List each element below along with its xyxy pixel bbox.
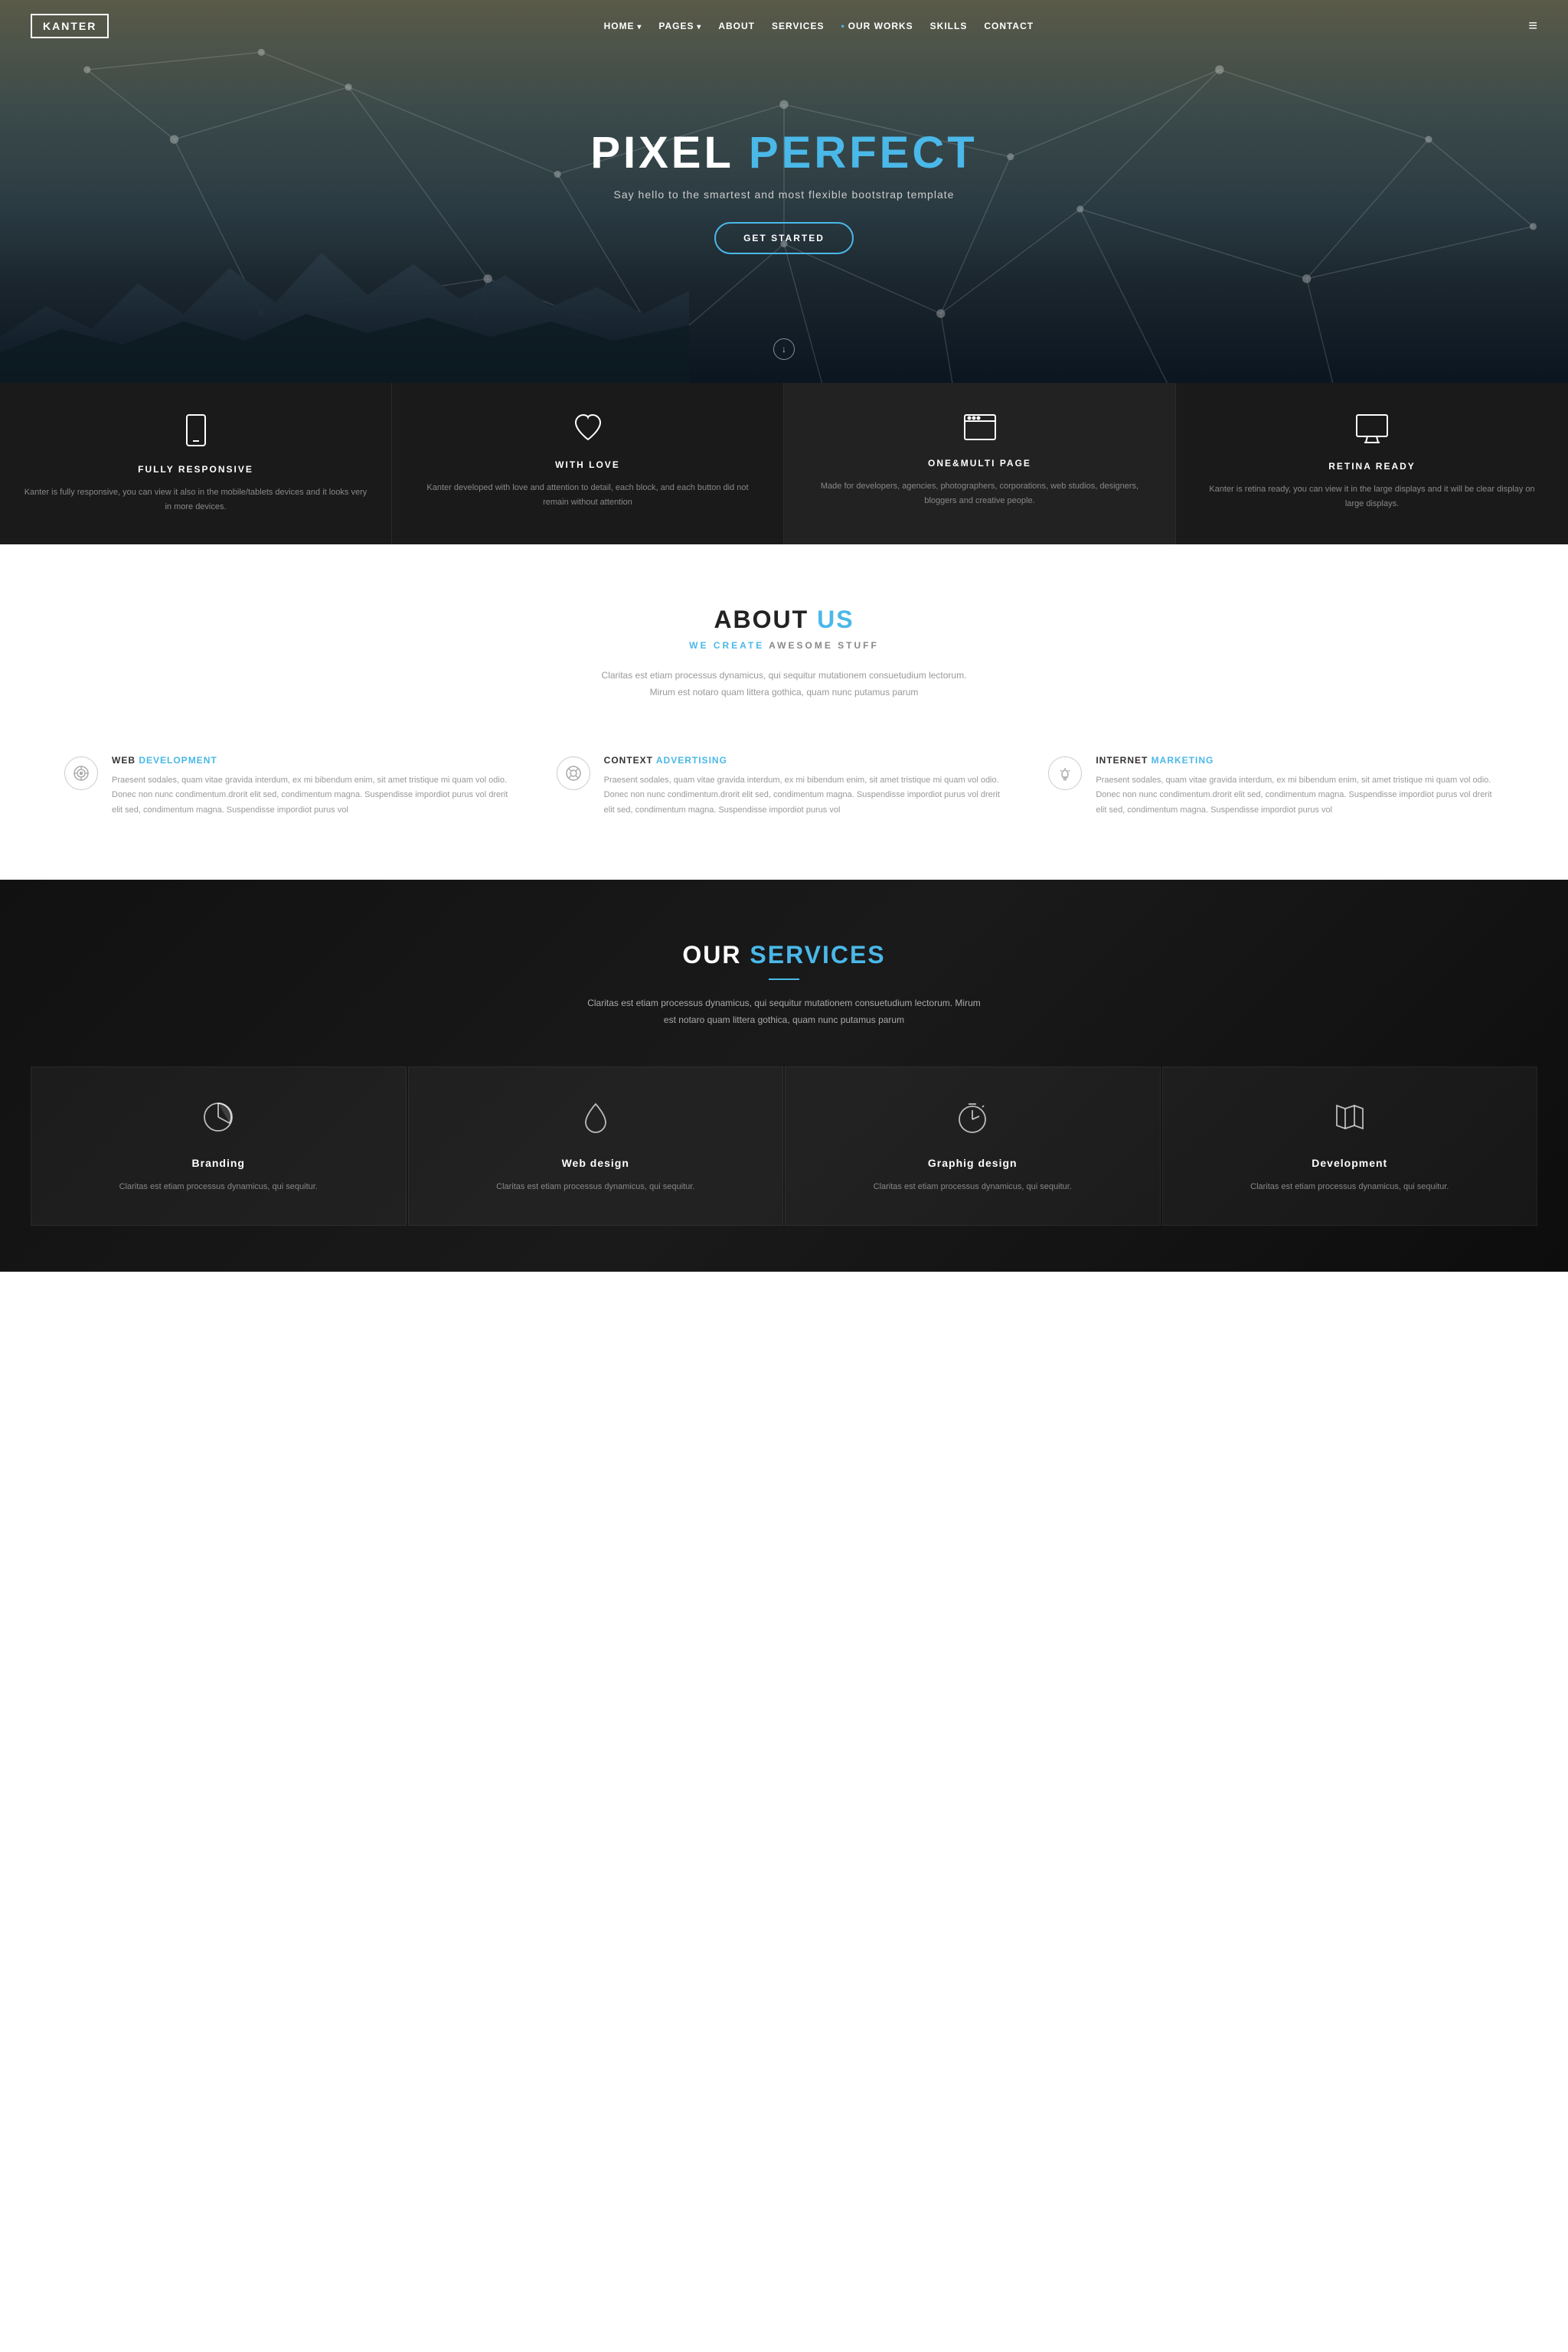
about-feature-context-desc: Praesent sodales, quam vitae gravida int… [604,773,1012,818]
pie-chart-icon [47,1098,390,1142]
services-title: OUR SERVICES [31,941,1537,969]
services-section: OUR SERVICES Claritas est etiam processu… [0,880,1568,1272]
about-subtitle-rest: AWESOME STUFF [764,640,879,651]
mountains-background [0,230,689,383]
heart-icon [415,413,760,447]
service-branding-desc: Claritas est etiam processus dynamicus, … [47,1180,390,1194]
service-branding: Branding Claritas est etiam processus dy… [31,1067,407,1226]
services-title-blue: SERVICES [750,941,885,969]
nav-contact[interactable]: CONTACT [984,21,1034,31]
feature-title-multipage: ONE&MULTI PAGE [807,458,1152,469]
feature-desc-love: Kanter developed with love and attention… [415,481,760,509]
service-graphicdesign: Graphig design Claritas est etiam proces… [785,1067,1161,1226]
about-feature-context-text: CONTEXT ADVERTISING Praesent sodales, qu… [604,755,1012,818]
timer-icon [801,1098,1145,1142]
feature-responsive: FULLY RESPONSIVE Kanter is fully respons… [0,383,392,544]
service-branding-title: Branding [47,1157,390,1169]
about-feature-internet-title: INTERNET MARKETING [1096,755,1504,766]
feature-title-love: WITH LOVE [415,459,760,470]
about-feature-web-desc: Praesent sodales, quam vitae gravida int… [112,773,520,818]
feature-desc-retina: Kanter is retina ready, you can view it … [1199,482,1545,511]
about-feature-web-text: WEB DEVELOPMENT Praesent sodales, quam v… [112,755,520,818]
section-divider [769,978,799,980]
nav-services[interactable]: SERVICES [772,21,824,31]
hero-subtitle: Say hello to the smartest and most flexi… [590,188,977,201]
about-features-grid: WEB DEVELOPMENT Praesent sodales, quam v… [31,740,1537,834]
about-feature-internet-desc: Praesent sodales, quam vitae gravida int… [1096,773,1504,818]
services-desc: Claritas est etiam processus dynamicus, … [585,995,983,1028]
services-grid: Branding Claritas est etiam processus dy… [31,1067,1537,1226]
hero-title: PIXEL PERFECT [590,129,977,178]
about-feature-web-title: WEB DEVELOPMENT [112,755,520,766]
monitor-icon [1199,413,1545,449]
hero-section: PIXEL PERFECT Say hello to the smartest … [0,0,1568,383]
about-feature-context-title: CONTEXT ADVERTISING [604,755,1012,766]
service-graphicdesign-desc: Claritas est etiam processus dynamicus, … [801,1180,1145,1194]
nav-our-works[interactable]: OUR WORKS [841,21,913,31]
service-webdesign-desc: Claritas est etiam processus dynamicus, … [424,1180,768,1194]
chevron-down-icon: ↓ [782,344,786,354]
hero-title-blue: PERFECT [749,128,978,178]
about-title-white: ABOUT [714,606,817,633]
about-subtitle-blue: WE CREATE [689,640,764,651]
lifesaver-icon [557,756,590,790]
hero-title-white: PIXEL [590,128,749,178]
logo[interactable]: KANTER [31,14,109,38]
feature-love: WITH LOVE Kanter developed with love and… [392,383,784,544]
features-section: FULLY RESPONSIVE Kanter is fully respons… [0,383,1568,544]
about-desc: Claritas est etiam processus dynamicus, … [600,668,968,701]
hero-content: PIXEL PERFECT Say hello to the smartest … [590,129,977,254]
get-started-button[interactable]: GET STARTED [714,222,854,254]
about-feature-web: WEB DEVELOPMENT Praesent sodales, quam v… [46,740,538,834]
nav-about[interactable]: ABOUT [718,21,755,31]
nav-pages[interactable]: PAGES [658,21,701,31]
navigation: KANTER HOME PAGES ABOUT SERVICES OUR WOR… [0,0,1568,52]
feature-desc-responsive: Kanter is fully responsive, you can view… [23,485,368,514]
lightbulb-icon [1048,756,1082,790]
service-development-title: Development [1178,1157,1522,1169]
service-development: Development Claritas est etiam processus… [1162,1067,1538,1226]
hamburger-icon[interactable]: ≡ [1528,18,1537,35]
service-development-desc: Claritas est etiam processus dynamicus, … [1178,1180,1522,1194]
mobile-icon [23,413,368,452]
about-section: ABOUT US WE CREATE AWESOME STUFF Clarita… [0,544,1568,880]
about-feature-context: CONTEXT ADVERTISING Praesent sodales, qu… [538,740,1031,834]
map-icon [1178,1098,1522,1142]
nav-home[interactable]: HOME [604,21,642,31]
nav-skills[interactable]: SKILLS [930,21,968,31]
scroll-down-button[interactable]: ↓ [773,338,795,360]
service-webdesign-title: Web design [424,1157,768,1169]
about-title: ABOUT US [31,606,1537,634]
droplet-icon [424,1098,768,1142]
about-subtitle: WE CREATE AWESOME STUFF [31,640,1537,651]
feature-title-responsive: FULLY RESPONSIVE [23,464,368,475]
service-graphicdesign-title: Graphig design [801,1157,1145,1169]
service-webdesign: Web design Claritas est etiam processus … [408,1067,784,1226]
feature-desc-multipage: Made for developers, agencies, photograp… [807,479,1152,508]
about-title-blue: US [817,606,854,633]
feature-multipage: ONE&MULTI PAGE Made for developers, agen… [784,383,1176,544]
feature-retina: RETINA READY Kanter is retina ready, you… [1176,383,1568,544]
window-icon [807,413,1152,446]
about-feature-internet: INTERNET MARKETING Praesent sodales, qua… [1030,740,1522,834]
about-feature-internet-text: INTERNET MARKETING Praesent sodales, qua… [1096,755,1504,818]
feature-title-retina: RETINA READY [1199,461,1545,472]
services-title-white: OUR [682,941,750,969]
services-content: OUR SERVICES Claritas est etiam processu… [31,941,1537,1226]
target-icon [64,756,98,790]
nav-links: HOME PAGES ABOUT SERVICES OUR WORKS SKIL… [604,21,1034,31]
